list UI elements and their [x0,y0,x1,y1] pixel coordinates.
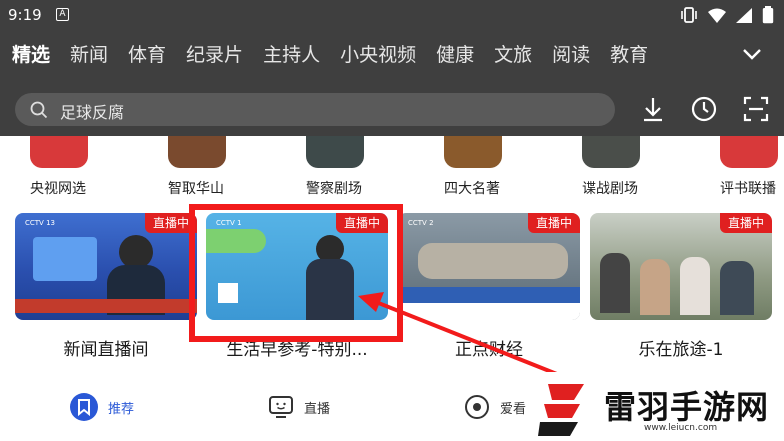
tab-3[interactable]: 纪录片 [186,41,243,69]
nav-label: 直播 [304,401,331,417]
category-item[interactable]: 智取华山 [148,136,244,200]
live-badge: 直播中 [144,213,197,233]
watermark-brand: 雷羽手游网 [604,388,770,426]
live-card[interactable]: CCTV 13 直播中 新闻直播间 [15,213,197,368]
card-thumbnail: 直播中 [590,213,772,320]
movie-poster-icon [168,136,226,168]
card-title: 乐在旅途-1 [638,340,724,360]
wifi-icon [708,8,726,23]
tab-9[interactable]: 教育 [610,41,648,69]
live-badge: 直播中 [527,213,580,233]
app-screen: 9:19 A 精选 新闻 体育 纪录片 主持人 小央视频 健康 文旅 阅读 教育 足球反腐 央视网… [0,0,784,441]
notification-icon: A [56,8,69,21]
watermark-url: www.leiucn.com [644,423,718,433]
category-label: 谍战剧场 [582,181,638,197]
top-header: 9:19 A 精选 新闻 体育 纪录片 主持人 小央视频 健康 文旅 阅读 教育 足球反腐 [0,0,784,136]
bookmark-icon [70,393,98,421]
category-item[interactable]: 四大名著 [424,136,520,200]
card-thumbnail: CCTV 2 直播中 [398,213,580,320]
category-label: 央视网选 [30,181,86,197]
vibrate-icon [681,7,697,23]
tab-4[interactable]: 主持人 [263,41,320,69]
live-card[interactable]: 直播中 乐在旅途-1 [590,213,772,368]
card-thumbnail: CCTV 13 直播中 [15,213,197,320]
category-label: 警察剧场 [306,181,362,197]
status-bar: 9:19 A [0,0,784,30]
live-badge: 直播中 [719,213,772,233]
tab-2[interactable]: 体育 [128,41,166,69]
target-icon [465,395,489,419]
category-item[interactable]: 央视网选 [10,136,106,200]
tv-icon [269,396,293,418]
nav-label: 推荐 [108,401,135,417]
channel-logo: CCTV 2 [408,219,434,227]
tab-6[interactable]: 健康 [436,41,474,69]
signal-icon [736,7,752,23]
tab-0[interactable]: 精选 [12,41,50,69]
category-label: 智取华山 [168,181,224,197]
tab-8[interactable]: 阅读 [552,41,590,69]
nav-item-recommend[interactable]: 推荐 [70,393,135,421]
search-icon [30,101,48,119]
battery-icon [762,6,774,24]
classics-icon [444,136,502,168]
tab-1[interactable]: 新闻 [70,41,108,69]
category-item[interactable]: 警察剧场 [286,136,382,200]
site-watermark: 雷羽手游网 www.leiucn.com [534,376,784,441]
card-title: 生活早参考-特别... [226,340,368,360]
channel-logo: CCTV 1 [216,219,242,227]
card-title: 正点财经 [455,340,523,360]
status-icons [680,6,774,24]
channel-tabs: 精选 新闻 体育 纪录片 主持人 小央视频 健康 文旅 阅读 教育 [12,40,724,70]
tab-7[interactable]: 文旅 [494,41,532,69]
download-icon[interactable] [640,96,666,122]
brand-logo [538,384,584,436]
nav-item-live[interactable]: 直播 [268,394,330,420]
category-label: 四大名著 [444,181,500,197]
category-shortcuts: 央视网选 智取华山 警察剧场 四大名著 谍战剧场 评书联播 [0,136,784,200]
card-title: 新闻直播间 [63,340,149,360]
clock: 9:19 [8,6,42,24]
category-item[interactable]: 评书联播 [700,136,784,200]
category-item[interactable]: 谍战剧场 [562,136,658,200]
police-drama-icon [306,136,364,168]
cctv-pick-icon [30,136,88,168]
live-badge: 直播中 [335,213,388,233]
tab-5[interactable]: 小央视频 [340,41,416,69]
history-clock-icon[interactable] [691,96,717,122]
spy-drama-icon [582,136,640,168]
live-card[interactable]: CCTV 1 直播中 生活早参考-特别... [206,213,388,368]
scan-icon[interactable] [743,96,769,122]
search-input[interactable]: 足球反腐 [60,99,124,123]
nav-label: 爱看 [500,401,527,417]
storytelling-icon [720,136,778,168]
search-bar[interactable]: 足球反腐 [15,93,615,126]
channel-logo: CCTV 13 [25,219,55,227]
card-thumbnail: CCTV 1 直播中 [206,213,388,320]
live-card[interactable]: CCTV 2 直播中 正点财经 [398,213,580,368]
nav-item-favorites[interactable]: 爱看 [464,394,526,420]
category-label: 评书联播 [720,181,776,197]
chevron-down-icon[interactable] [740,44,764,64]
